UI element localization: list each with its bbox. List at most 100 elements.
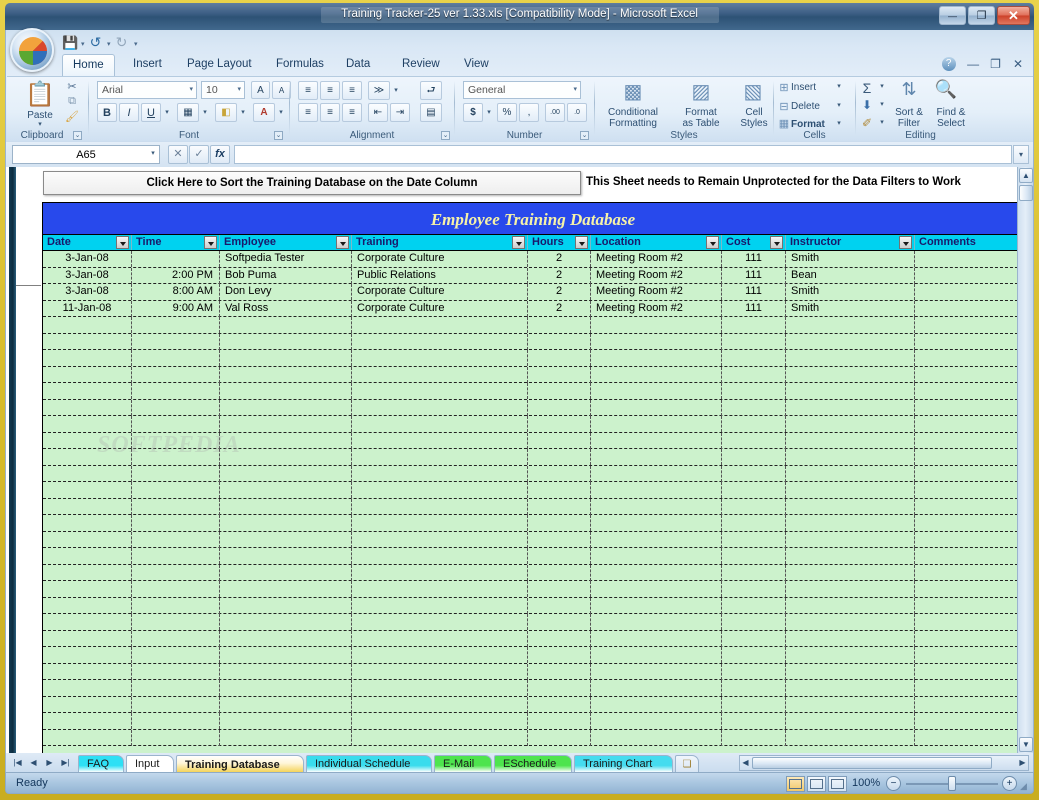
table-row[interactable]: 3-Jan-082:00 PMBob PumaPublic Relations2… [43,268,1022,285]
cell-instructor[interactable]: Bean [786,268,915,284]
sheet-tab-input[interactable]: Input [126,755,174,772]
cell-date[interactable] [43,647,132,663]
cell-hours[interactable] [528,416,591,432]
help-icon[interactable]: ? [942,57,956,71]
cell-instructor[interactable] [786,482,915,498]
cell-employee[interactable] [220,581,352,597]
cell-comments[interactable] [915,713,1022,729]
underline-button[interactable]: U [141,103,161,122]
conditional-formatting-button[interactable]: Conditional Formatting [597,107,669,129]
cell-location[interactable]: Meeting Room #2 [591,301,722,317]
column-header-location[interactable]: Location [591,235,722,250]
cell-cost[interactable] [722,416,786,432]
delete-cells-icon[interactable]: ⊟ [776,100,792,113]
font-size-caret-icon[interactable]: ▾ [237,85,241,93]
cell-employee[interactable] [220,515,352,531]
cell-training[interactable] [352,548,528,564]
cell-location[interactable] [591,713,722,729]
table-row[interactable]: 11-Jan-089:00 AMVal RossCorporate Cultur… [43,301,1022,318]
cell-employee[interactable] [220,482,352,498]
cell-comments[interactable] [915,581,1022,597]
cell-instructor[interactable] [786,400,915,416]
cell-date[interactable] [43,730,132,746]
cell-comments[interactable] [915,383,1022,399]
fill-down-icon[interactable]: ⬇ [858,98,876,112]
table-row[interactable] [43,350,1022,367]
decrease-decimal-button[interactable]: .0 [567,103,587,122]
cell-time[interactable] [132,251,220,267]
zoom-level-label[interactable]: 100% [852,777,880,789]
cell-employee[interactable] [220,466,352,482]
insert-caret-icon[interactable]: ▾ [834,82,844,90]
cell-location[interactable] [591,730,722,746]
cell-time[interactable] [132,532,220,548]
cell-location[interactable]: Meeting Room #2 [591,268,722,284]
number-dialog-launcher[interactable]: ⌄ [580,131,589,140]
cell-training[interactable]: Corporate Culture [352,284,528,300]
table-row[interactable] [43,482,1022,499]
cell-hours[interactable] [528,647,591,663]
tab-data[interactable]: Data [336,54,380,76]
fill-color-button[interactable]: ◧ [215,103,237,122]
percent-button[interactable]: % [497,103,517,122]
cell-comments[interactable] [915,548,1022,564]
cell-comments[interactable] [915,400,1022,416]
merge-cells-button[interactable]: ▤ [420,103,442,122]
workbook-restore-button[interactable]: ❐ [987,57,1005,71]
cell-date[interactable] [43,433,132,449]
cell-date[interactable]: 3-Jan-08 [43,284,132,300]
vertical-scroll-thumb[interactable] [1019,185,1033,201]
cell-training[interactable] [352,334,528,350]
table-row[interactable] [43,317,1022,334]
cell-cost[interactable] [722,466,786,482]
cell-training[interactable] [352,598,528,614]
cell-date[interactable] [43,532,132,548]
filter-dropdown-cost[interactable] [770,236,783,249]
cell-comments[interactable] [915,334,1022,350]
cell-cost[interactable] [722,532,786,548]
wrap-text-button[interactable]: ⮐ [420,81,442,100]
format-painter-icon[interactable]: 🖌 [65,110,79,123]
font-name-caret-icon[interactable]: ▾ [189,85,193,93]
paste-caret-icon[interactable]: ▾ [34,120,46,128]
orientation-caret-icon[interactable]: ▾ [391,86,401,94]
cell-time[interactable] [132,350,220,366]
cell-employee[interactable] [220,680,352,696]
cell-time[interactable] [132,317,220,333]
cell-hours[interactable] [528,598,591,614]
cell-time[interactable] [132,565,220,581]
cell-employee[interactable] [220,400,352,416]
cell-location[interactable] [591,548,722,564]
table-row[interactable] [43,581,1022,598]
cell-date[interactable] [43,664,132,680]
cell-date[interactable] [43,317,132,333]
cell-instructor[interactable] [786,697,915,713]
filter-dropdown-training[interactable] [512,236,525,249]
cell-date[interactable]: 3-Jan-08 [43,268,132,284]
cell-location[interactable]: Meeting Room #2 [591,251,722,267]
sort-database-button[interactable]: Click Here to Sort the Training Database… [43,171,581,195]
number-format-caret-icon[interactable]: ▾ [573,85,577,93]
cell-cost[interactable] [722,565,786,581]
cell-instructor[interactable] [786,713,915,729]
cell-cost[interactable] [722,680,786,696]
cell-cost[interactable] [722,433,786,449]
borders-button[interactable]: ▦ [177,103,199,122]
cell-training[interactable] [352,367,528,383]
cell-employee[interactable] [220,532,352,548]
cell-date[interactable] [43,466,132,482]
cell-cost[interactable] [722,664,786,680]
cell-employee[interactable] [220,598,352,614]
table-row[interactable] [43,664,1022,681]
cell-training[interactable] [352,614,528,630]
cell-comments[interactable] [915,647,1022,663]
font-dialog-launcher[interactable]: ⌄ [274,131,283,140]
filter-dropdown-hours[interactable] [575,236,588,249]
table-row[interactable] [43,383,1022,400]
alignment-dialog-launcher[interactable]: ⌄ [441,131,450,140]
table-row[interactable] [43,449,1022,466]
cell-employee[interactable] [220,614,352,630]
column-header-instructor[interactable]: Instructor [786,235,915,250]
cell-comments[interactable] [915,433,1022,449]
increase-indent-button[interactable]: ⇥ [390,103,410,122]
